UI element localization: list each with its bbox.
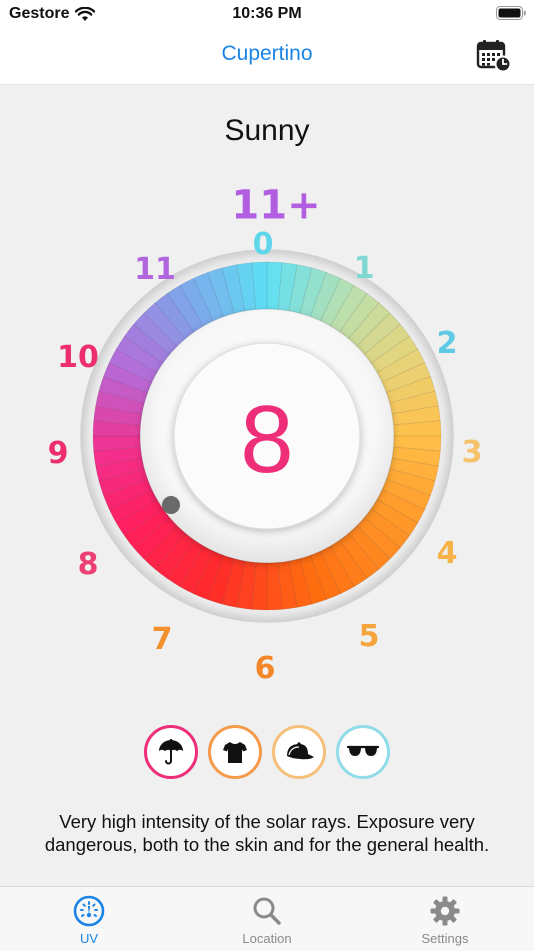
uv-scale-label: 11+	[231, 182, 320, 228]
uv-scale-label: 6	[255, 651, 276, 686]
tab-uv-label: UV	[79, 931, 99, 946]
uv-scale-label: 2	[437, 326, 458, 361]
tab-settings-label: Settings	[421, 931, 469, 946]
uv-description: Very high intensity of the solar rays. E…	[44, 811, 490, 855]
tab-location-label: Location	[242, 931, 292, 946]
location-title[interactable]: Cupertino	[0, 42, 534, 66]
status-bar: Gestore 10:36 PM	[0, 0, 534, 30]
uv-scale-label: 0	[253, 227, 274, 262]
umbrella-icon	[159, 739, 183, 765]
uv-dial[interactable]: 11+ 0 1 2 3 4 5 6 7 8 9 10 11 8	[0, 180, 534, 690]
search-icon	[253, 897, 281, 925]
uv-value: 8	[240, 386, 294, 493]
gauge-icon	[73, 895, 105, 927]
uv-scale-label: 10	[57, 340, 99, 375]
uv-scale-label: 5	[359, 619, 380, 654]
tab-location[interactable]: Location	[207, 895, 327, 946]
navigation-bar: Cupertino	[0, 30, 534, 85]
calendar-clock-icon[interactable]	[476, 39, 512, 73]
uv-scale-label: 1	[354, 251, 375, 286]
tab-settings[interactable]: Settings	[385, 895, 505, 946]
uv-scale-label: 4	[437, 536, 458, 571]
tab-uv[interactable]: UV	[29, 895, 149, 946]
cap-advice[interactable]	[272, 725, 326, 779]
dial-indicator-knob[interactable]	[162, 496, 180, 514]
protection-advice-row	[0, 725, 534, 779]
gear-icon	[430, 896, 460, 926]
uv-scale-label: 11	[134, 252, 176, 287]
sunglasses-advice[interactable]	[336, 725, 390, 779]
uv-scale-label: 7	[152, 622, 173, 657]
uv-scale-label: 8	[78, 547, 99, 582]
tshirt-icon	[223, 742, 247, 763]
umbrella-advice[interactable]	[144, 725, 198, 779]
status-time: 10:36 PM	[232, 5, 302, 22]
tshirt-advice[interactable]	[208, 725, 262, 779]
weather-condition: Sunny	[224, 114, 310, 147]
sunglasses-icon	[346, 745, 380, 756]
cap-icon	[287, 742, 314, 760]
tab-bar: UV Location Settings	[0, 886, 534, 951]
battery-icon	[496, 6, 526, 20]
